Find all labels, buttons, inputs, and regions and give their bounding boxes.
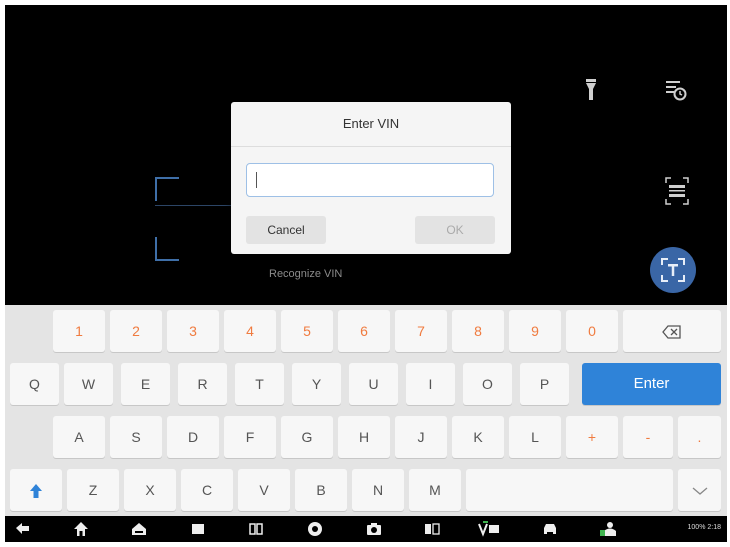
- barcode-scan-icon[interactable]: [665, 177, 689, 205]
- key-minus[interactable]: -: [623, 416, 673, 458]
- key-y[interactable]: Y: [292, 363, 341, 405]
- key-v[interactable]: V: [238, 469, 290, 511]
- ocr-scan-button[interactable]: [650, 247, 696, 293]
- vcmi-icon[interactable]: [477, 521, 501, 537]
- key-1[interactable]: 1: [53, 310, 105, 352]
- backspace-icon: [662, 325, 681, 339]
- key-q[interactable]: Q: [10, 363, 59, 405]
- browser-icon[interactable]: [307, 521, 323, 537]
- back-icon[interactable]: [14, 521, 32, 537]
- screen-mirror-icon[interactable]: [424, 521, 440, 537]
- scan-frame-corner-bottom-left: [155, 237, 179, 261]
- hide-keyboard-key[interactable]: [678, 469, 721, 511]
- key-l[interactable]: L: [509, 416, 561, 458]
- vin-input[interactable]: [246, 163, 494, 197]
- key-p[interactable]: P: [520, 363, 569, 405]
- space-key[interactable]: [466, 469, 673, 511]
- key-h[interactable]: H: [338, 416, 390, 458]
- key-b[interactable]: B: [295, 469, 347, 511]
- key-s[interactable]: S: [110, 416, 162, 458]
- key-6[interactable]: 6: [338, 310, 390, 352]
- key-a[interactable]: A: [53, 416, 105, 458]
- recognize-vin-label: Recognize VIN: [269, 268, 343, 280]
- flashlight-icon[interactable]: [585, 79, 597, 101]
- key-8[interactable]: 8: [452, 310, 504, 352]
- camera-icon[interactable]: [366, 521, 382, 537]
- key-w[interactable]: W: [64, 363, 113, 405]
- device-screen: Recognize VIN Enter VIN Cancel OK 1 2 3 …: [5, 5, 727, 542]
- key-n[interactable]: N: [352, 469, 404, 511]
- key-m[interactable]: M: [409, 469, 461, 511]
- enter-key[interactable]: Enter: [582, 363, 721, 405]
- car-home-icon[interactable]: [131, 521, 147, 537]
- hide-keyboard-icon: [692, 487, 707, 496]
- recent-apps-icon[interactable]: [190, 521, 206, 537]
- key-i[interactable]: I: [406, 363, 455, 405]
- dialog-title: Enter VIN: [231, 102, 511, 147]
- key-o[interactable]: O: [463, 363, 512, 405]
- shift-icon: [30, 484, 42, 499]
- ok-button[interactable]: OK: [415, 216, 495, 244]
- key-5[interactable]: 5: [281, 310, 333, 352]
- remote-expert-icon[interactable]: [599, 521, 617, 537]
- key-9[interactable]: 9: [509, 310, 561, 352]
- key-c[interactable]: C: [181, 469, 233, 511]
- enter-vin-dialog: Enter VIN Cancel OK: [231, 102, 511, 254]
- key-7[interactable]: 7: [395, 310, 447, 352]
- key-f[interactable]: F: [224, 416, 276, 458]
- shift-key[interactable]: [10, 469, 62, 511]
- backspace-key[interactable]: [623, 310, 721, 352]
- key-u[interactable]: U: [349, 363, 398, 405]
- key-x[interactable]: X: [124, 469, 176, 511]
- key-k[interactable]: K: [452, 416, 504, 458]
- navigation-bar: 100% 2:18: [5, 516, 727, 542]
- cancel-button[interactable]: Cancel: [246, 216, 326, 244]
- key-j[interactable]: J: [395, 416, 447, 458]
- key-plus[interactable]: +: [566, 416, 618, 458]
- home-icon[interactable]: [73, 521, 89, 537]
- ocr-icon: [661, 258, 685, 282]
- key-4[interactable]: 4: [224, 310, 276, 352]
- status-bar-text: 100% 2:18: [687, 524, 721, 531]
- key-0[interactable]: 0: [566, 310, 618, 352]
- key-t[interactable]: T: [235, 363, 284, 405]
- key-d[interactable]: D: [167, 416, 219, 458]
- text-cursor: [256, 172, 257, 188]
- car-icon[interactable]: [541, 521, 559, 537]
- scan-frame-corner-top-left: [155, 177, 179, 201]
- key-g[interactable]: G: [281, 416, 333, 458]
- key-3[interactable]: 3: [167, 310, 219, 352]
- key-r[interactable]: R: [178, 363, 227, 405]
- key-2[interactable]: 2: [110, 310, 162, 352]
- key-e[interactable]: E: [121, 363, 170, 405]
- on-screen-keyboard: 1 2 3 4 5 6 7 8 9 0 Q W E R T Y U I O P …: [5, 305, 727, 516]
- history-icon[interactable]: [665, 79, 687, 101]
- key-z[interactable]: Z: [67, 469, 119, 511]
- split-screen-icon[interactable]: [248, 521, 264, 537]
- key-period[interactable]: .: [678, 416, 721, 458]
